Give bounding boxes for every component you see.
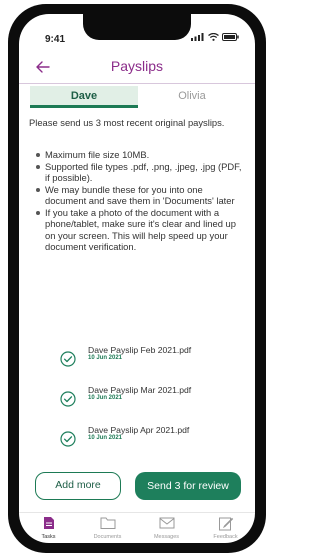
status-icons <box>191 33 239 41</box>
list-item: If you take a photo of the document with… <box>35 207 245 253</box>
uploaded-files: Dave Payslip Feb 2021.pdf 10 Jun 2021 Da… <box>60 345 240 465</box>
requirements-list: Maximum file size 10MB. Supported file t… <box>35 149 245 253</box>
tabbar-label: Feedback <box>213 534 238 540</box>
tasks-icon <box>43 517 54 529</box>
tab-dave[interactable]: Dave <box>30 86 138 108</box>
tabbar-item-messages[interactable]: Messages <box>137 513 196 543</box>
file-name: Dave Payslip Mar 2021.pdf <box>88 385 192 395</box>
signal-icon <box>191 33 204 41</box>
wifi-icon <box>208 33 219 41</box>
battery-icon <box>222 33 239 41</box>
app-screen: 9:41 Payslips Dave Olivia Please send us… <box>19 14 255 543</box>
tabbar-label: Messages <box>153 534 180 540</box>
action-buttons: Add more Send 3 for review <box>35 472 241 500</box>
page-title: Payslips <box>110 58 164 74</box>
file-date: 10 Jun 2021 <box>88 395 123 401</box>
file-item[interactable]: Dave Payslip Feb 2021.pdf 10 Jun 2021 <box>60 345 240 385</box>
file-date: 10 Jun 2021 <box>88 355 123 361</box>
check-circle-icon <box>60 351 76 367</box>
list-item: We may bundle these for you into one doc… <box>35 184 245 207</box>
mail-icon <box>159 517 174 529</box>
tabbar-item-documents[interactable]: Documents <box>78 513 137 543</box>
tabbar-item-feedback[interactable]: Feedback <box>196 513 255 543</box>
send-for-review-button[interactable]: Send 3 for review <box>135 472 241 500</box>
person-tabs: Dave Olivia <box>30 86 246 108</box>
tab-olivia[interactable]: Olivia <box>138 86 246 108</box>
feedback-icon <box>218 517 233 531</box>
file-item[interactable]: Dave Payslip Mar 2021.pdf 10 Jun 2021 <box>60 385 240 425</box>
phone-frame: 9:41 Payslips Dave Olivia Please send us… <box>8 4 266 553</box>
notch <box>83 14 191 40</box>
file-name: Dave Payslip Feb 2021.pdf <box>88 345 192 355</box>
file-item[interactable]: Dave Payslip Apr 2021.pdf 10 Jun 2021 <box>60 425 240 465</box>
bottom-tab-bar: Tasks Documents Messages Feedback <box>19 512 255 543</box>
tabbar-item-tasks[interactable]: Tasks <box>19 513 78 543</box>
tabbar-label: Tasks <box>41 534 56 540</box>
list-item: Supported file types .pdf, .png, .jpeg, … <box>35 161 245 184</box>
app-header: Payslips <box>19 54 255 84</box>
status-time: 9:41 <box>45 34 66 45</box>
intro-text: Please send us 3 most recent original pa… <box>29 117 225 128</box>
file-date: 10 Jun 2021 <box>88 435 123 441</box>
list-item: Maximum file size 10MB. <box>35 149 245 161</box>
file-name: Dave Payslip Apr 2021.pdf <box>88 425 190 435</box>
tabbar-label: Documents <box>93 534 122 540</box>
folder-icon <box>100 517 115 529</box>
check-circle-icon <box>60 431 76 447</box>
add-more-button[interactable]: Add more <box>35 472 121 500</box>
check-circle-icon <box>60 391 76 407</box>
